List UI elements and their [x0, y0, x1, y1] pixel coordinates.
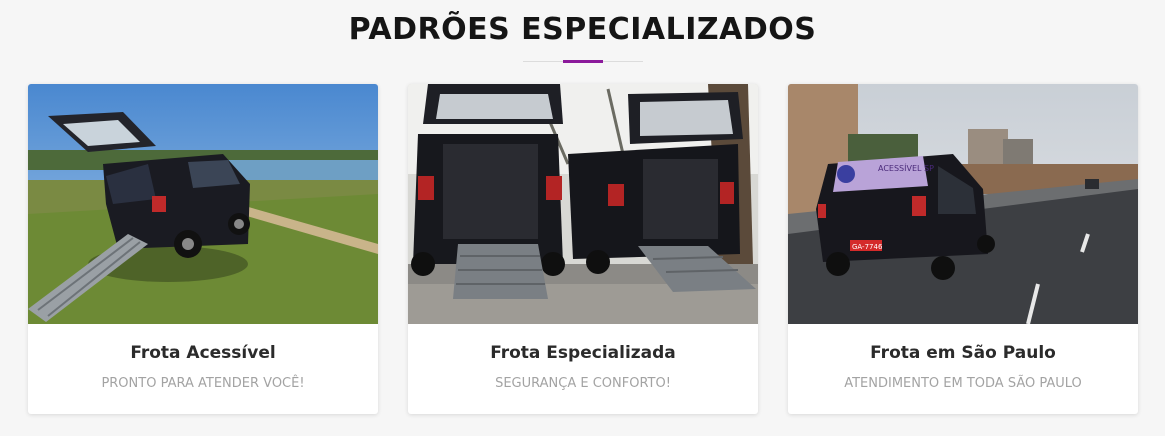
card-subtitle: ATENDIMENTO EM TODA SÃO PAULO — [844, 376, 1082, 391]
card-title: Frota Acessível — [130, 343, 276, 363]
van-on-city-road-photo[interactable]: ACESSÍVEL SP GA-7746 — [788, 84, 1138, 324]
card-frota-especializada[interactable]: Frota Especializada SEGURANÇA E CONFORTO… — [408, 84, 758, 414]
van-with-ramp-photo[interactable] — [28, 84, 378, 324]
rear-window-text: ACESSÍVEL SP — [878, 162, 934, 173]
section-title: PADRÕES ESPECIALIZADOS — [348, 12, 817, 47]
title-divider-accent — [563, 60, 603, 63]
license-plate-text: GA-7746 — [852, 243, 883, 251]
card-title: Frota Especializada — [490, 343, 676, 363]
card-frota-sao-paulo[interactable]: ACESSÍVEL SP GA-7746 Frota em São Paulo … — [788, 84, 1138, 414]
card-subtitle: SEGURANÇA E CONFORTO! — [495, 376, 671, 391]
two-vans-with-ramps-photo[interactable] — [408, 84, 758, 324]
card-frota-acessivel[interactable]: Frota Acessível PRONTO PARA ATENDER VOCÊ… — [28, 84, 378, 414]
card-title: Frota em São Paulo — [870, 343, 1056, 363]
card-subtitle: PRONTO PARA ATENDER VOCÊ! — [101, 376, 305, 391]
